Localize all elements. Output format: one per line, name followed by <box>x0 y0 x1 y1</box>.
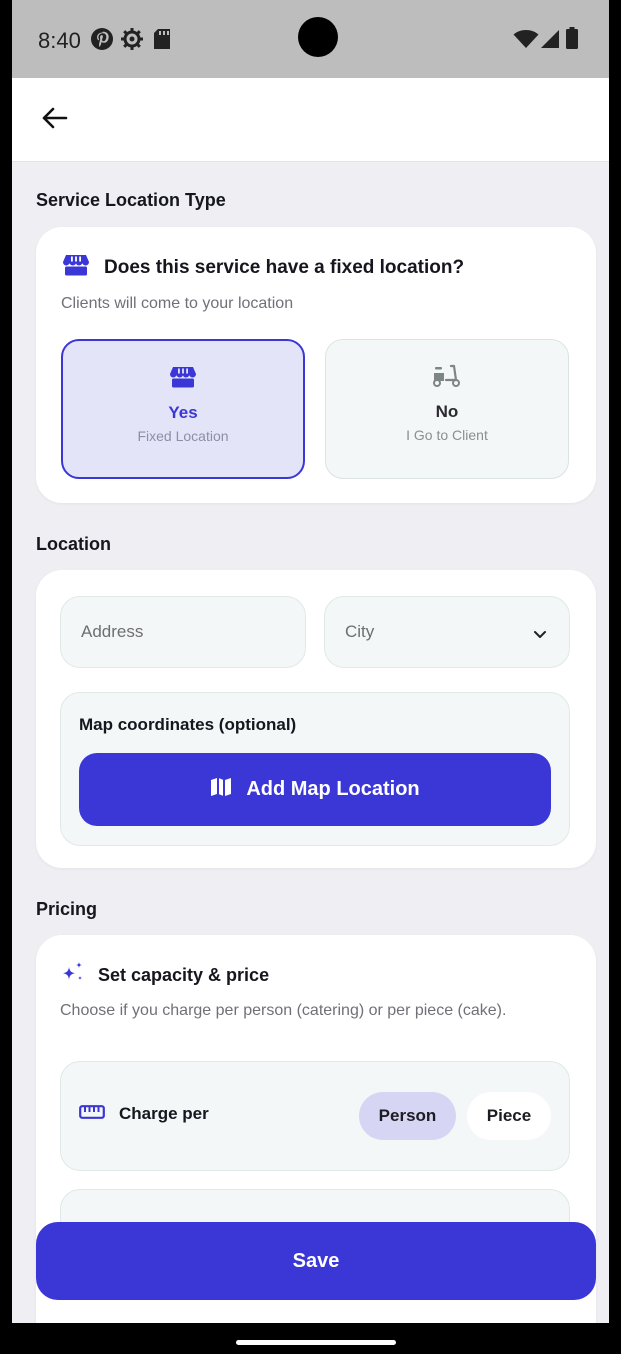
question-subtitle: Clients will come to your location <box>61 295 294 312</box>
app-bar <box>12 78 609 162</box>
wifi-icon <box>513 29 539 54</box>
arrow-left-icon <box>40 106 68 135</box>
back-button[interactable] <box>36 102 72 138</box>
location-card: Address City Map coordinates (optional) … <box>36 570 596 868</box>
section-title-pricing: Pricing <box>36 899 98 919</box>
option-no-go-to-client[interactable]: No I Go to Client <box>325 339 569 479</box>
status-time: 8:40 <box>38 28 81 53</box>
home-indicator[interactable] <box>236 1340 396 1345</box>
map-coordinates-label: Map coordinates (optional) <box>79 715 297 734</box>
charge-per-label: Charge per <box>119 1104 209 1123</box>
map-coordinates-box: Map coordinates (optional) Add Map Locat… <box>60 692 570 846</box>
section-title-location: Location <box>36 534 111 554</box>
store-icon <box>62 253 90 283</box>
pricing-description: Choose if you charge per person (caterin… <box>60 1002 507 1019</box>
section-title-service-location: Service Location Type <box>36 190 226 210</box>
battery-icon <box>566 27 578 54</box>
ruler-icon <box>79 1104 105 1124</box>
address-placeholder: Address <box>81 622 144 641</box>
address-input[interactable]: Address <box>60 596 306 668</box>
set-capacity-label: Set capacity & price <box>98 965 270 985</box>
sd-card-icon <box>153 28 171 55</box>
charge-per-person-option[interactable]: Person <box>359 1092 456 1140</box>
option-yes-label: Yes <box>168 403 198 422</box>
question-text: Does this service have a fixed location? <box>104 257 465 278</box>
option-no-sublabel: I Go to Client <box>406 427 488 443</box>
charge-per-label-group: Charge per <box>79 1104 209 1124</box>
city-placeholder: City <box>345 622 375 641</box>
scooter-icon <box>432 362 462 390</box>
sparkle-icon <box>60 961 86 990</box>
settings-icon <box>120 27 144 56</box>
store-icon <box>169 363 197 391</box>
signal-icon <box>540 29 560 54</box>
charge-per-row: Charge per Person Piece <box>60 1061 570 1171</box>
status-bar: 8:40 <box>12 0 609 78</box>
option-no-label: No <box>435 402 459 421</box>
map-icon <box>210 777 232 803</box>
option-yes-sublabel: Fixed Location <box>137 428 229 444</box>
add-map-location-button[interactable]: Add Map Location <box>79 753 551 826</box>
front-camera <box>298 17 338 57</box>
option-yes-fixed-location[interactable]: Yes Fixed Location <box>61 339 305 479</box>
set-capacity-title: Set capacity & price <box>60 961 269 990</box>
save-button[interactable]: Save <box>36 1222 596 1300</box>
app-screen: 8:40 Service Location Type Does this ser… <box>12 0 609 1354</box>
charge-per-piece-option[interactable]: Piece <box>467 1092 551 1140</box>
service-location-card: Does this service have a fixed location?… <box>36 227 596 503</box>
fixed-location-question: Does this service have a fixed location? <box>62 253 464 283</box>
pinterest-icon <box>90 27 114 56</box>
city-select[interactable]: City <box>324 596 570 668</box>
add-map-location-label: Add Map Location <box>246 778 420 800</box>
system-navigation-bar <box>0 1323 621 1354</box>
chevron-down-icon <box>533 625 547 645</box>
